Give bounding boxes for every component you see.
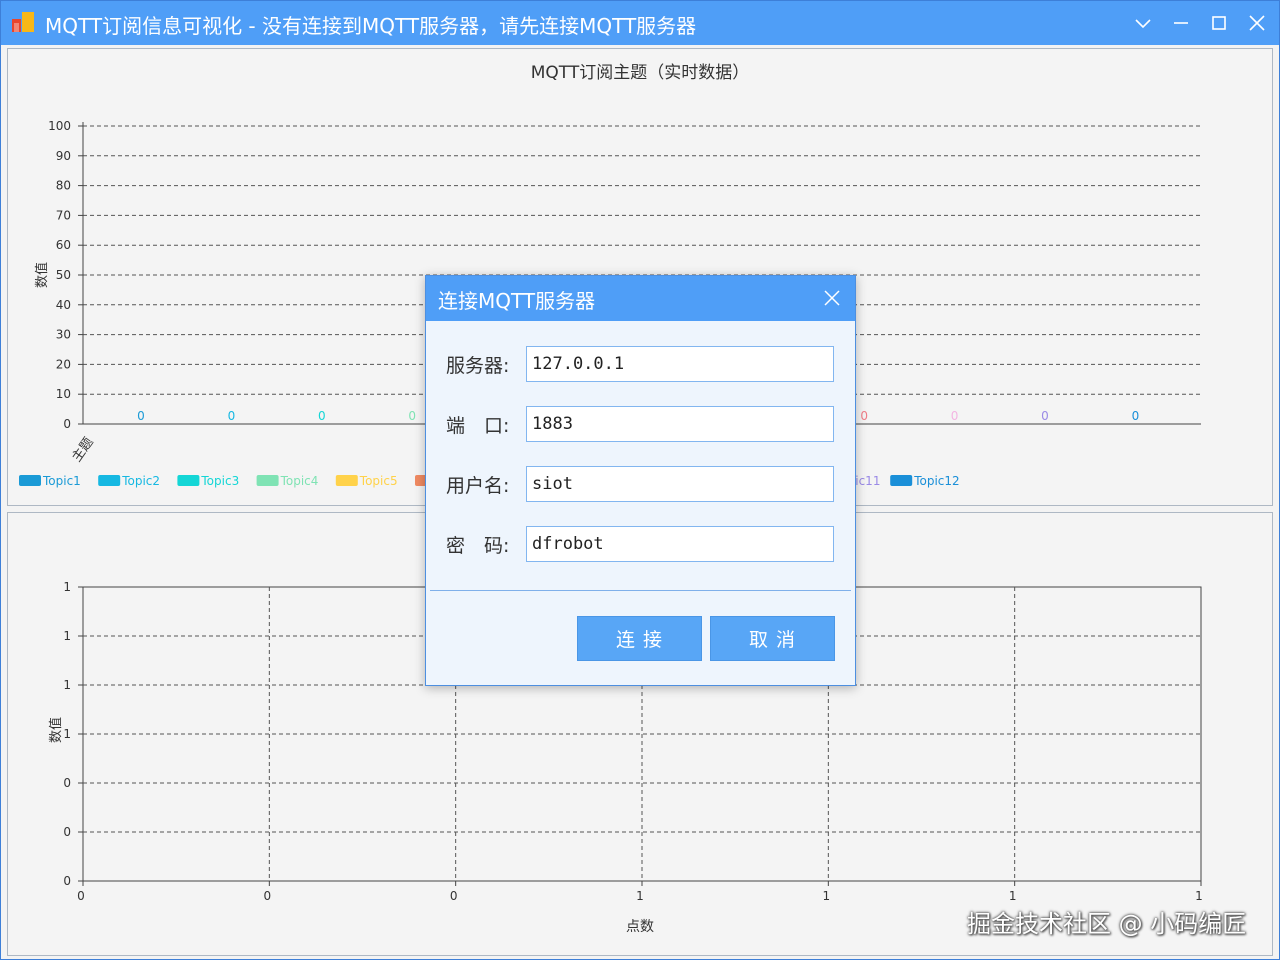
minimize-icon[interactable] [1167, 9, 1195, 37]
x-tick-label: 1 [1009, 889, 1017, 903]
legend-label-Topic4: Topic4 [280, 474, 319, 488]
close-icon[interactable] [1243, 9, 1271, 37]
port-label: 端 口: [446, 415, 510, 437]
x-tick-label: 0 [264, 889, 272, 903]
window-title: MQTT订阅信息可视化 - 没有连接到MQTT服务器，请先连接MQTT服务器 [45, 14, 697, 38]
chart-title: MQTT订阅主题（实时数据） [531, 63, 750, 83]
y-tick-label: 0 [63, 417, 71, 431]
close-icon[interactable] [822, 288, 842, 308]
bar-value-label: 0 [318, 409, 326, 423]
legend-swatch [335, 475, 358, 486]
legend-swatch [98, 475, 121, 486]
username-input[interactable] [526, 466, 834, 502]
y-axis-label: 数值 [34, 262, 50, 288]
legend-swatch [890, 475, 913, 486]
x-tick-label: 0 [450, 889, 458, 903]
y-tick-label: 30 [56, 328, 71, 342]
y-tick-label: 40 [56, 298, 71, 312]
y-tick-label: 1 [63, 629, 71, 643]
server-input[interactable] [526, 346, 834, 382]
x-tick-label: 0 [77, 889, 85, 903]
y-tick-label: 80 [56, 179, 71, 193]
bar-value-label: 0 [228, 409, 236, 423]
title-bar[interactable]: MQTT订阅信息可视化 - 没有连接到MQTT服务器，请先连接MQTT服务器 [1, 1, 1279, 45]
app-icon [12, 12, 34, 32]
legend-label-Topic1: Topic1 [42, 474, 81, 488]
dialog-header[interactable]: 连接MQTT服务器 [426, 276, 855, 321]
y-tick-label: 60 [56, 238, 71, 252]
x-tick-label: 1 [1195, 889, 1203, 903]
y-axis-label: 数值 [48, 717, 64, 743]
x-tick-label: 1 [823, 889, 831, 903]
legend-swatch [177, 475, 200, 486]
server-label: 服务器: [446, 355, 510, 377]
app-window: MQTT订阅信息可视化 - 没有连接到MQTT服务器，请先连接MQTT服务器 M… [0, 0, 1280, 960]
y-tick-label: 90 [56, 149, 71, 163]
y-tick-label: 1 [63, 727, 71, 741]
bar-value-label: 0 [1041, 409, 1049, 423]
y-tick-label: 20 [56, 357, 71, 371]
username-label: 用户名: [446, 475, 510, 497]
y-tick-label: 1 [63, 678, 71, 692]
x-axis-label: 点数 [626, 919, 654, 935]
password-label: 密 码: [446, 535, 510, 557]
bar-value-label: 0 [1132, 409, 1140, 423]
y-tick-label: 1 [63, 580, 71, 594]
legend-label-Topic5: Topic5 [359, 474, 398, 488]
connect-dialog: 连接MQTT服务器 服务器: 端 口: 用户名: 密 码: 连 接 取 消 [425, 275, 856, 686]
dialog-title: 连接MQTT服务器 [438, 289, 596, 313]
y-tick-label: 0 [63, 825, 71, 839]
watermark: 掘金技术社区 @ 小码编匠 [967, 910, 1247, 938]
legend-swatch [19, 475, 41, 486]
port-input[interactable] [526, 406, 834, 442]
y-tick-label: 70 [56, 208, 71, 222]
bar-value-label: 0 [951, 409, 959, 423]
bar-value-label: 0 [860, 409, 868, 423]
bar-value-label: 0 [137, 409, 145, 423]
password-input[interactable] [526, 526, 834, 562]
y-tick-label: 100 [48, 119, 71, 133]
bar-value-label: 0 [408, 409, 416, 423]
legend-swatch [256, 475, 279, 486]
x-tick-label: 1 [636, 889, 644, 903]
y-tick-label: 0 [63, 776, 71, 790]
y-tick-label: 0 [63, 874, 71, 888]
chevron-down-icon[interactable] [1129, 9, 1157, 37]
maximize-icon[interactable] [1205, 9, 1233, 37]
legend-label-Topic2: Topic2 [121, 474, 160, 488]
dialog-divider [430, 590, 851, 591]
legend-label-Topic12: Topic12 [913, 474, 959, 488]
y-tick-label: 50 [56, 268, 71, 282]
legend-label-Topic3: Topic3 [200, 474, 239, 488]
x-axis-label: 主题 [70, 435, 97, 465]
connect-button[interactable]: 连 接 [577, 616, 702, 661]
cancel-button[interactable]: 取 消 [710, 616, 835, 661]
y-tick-label: 10 [56, 387, 71, 401]
